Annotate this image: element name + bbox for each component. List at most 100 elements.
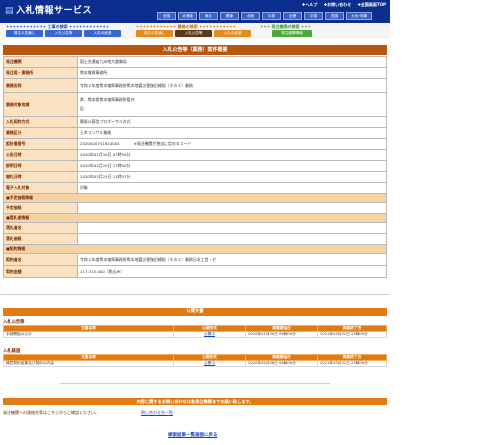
construction-outlook-button[interactable]: 発注の見通し <box>6 30 43 37</box>
design-number: 2020000741610004 <box>80 141 120 146</box>
service-progress-button[interactable]: 入札の経過 <box>214 30 251 37</box>
search-category-bar: ✦✦✦✦✦✦✦✦✦✦✦✦ 工事の検索 ✦✦✦✦✦✦✦✦✦✦✦✦ ✦✦✦✦✦✦✦✦… <box>0 23 390 39</box>
site-logo[interactable]: ▤ 入札情報サービス <box>5 3 92 16</box>
construction-notice-button[interactable]: 入札公告等 <box>45 30 82 37</box>
table-row: 入札契約方式 簡易公募型プロポーザル方式 <box>3 116 387 128</box>
row-value: 熊本復興事務所 <box>77 67 387 79</box>
row-label: 契約者名 <box>3 253 78 266</box>
table-row: 随意契約結果及び契約の内容 公開中 2020年04月08日 08時00分 202… <box>3 360 387 367</box>
region-prefecture: 県：熊本県熊本復興事務所管内 <box>80 97 135 102</box>
row-label: 予定価格 <box>3 202 78 214</box>
region-tab-tohoku[interactable]: 東北 <box>199 12 218 20</box>
row-value: 2020年02月20日 17時00分 <box>77 160 387 172</box>
design-number-note: ※発注機関が独自に定めるコード <box>133 141 192 146</box>
row-label: 電子入札対象 <box>3 182 78 194</box>
site-logo-text: 入札情報サービス <box>16 6 93 16</box>
region-tab-kanto[interactable]: 関東 <box>220 12 239 20</box>
table-row: 説明日時 2020年02月20日 17時00分 <box>3 160 387 172</box>
back-to-results-link[interactable]: 検索結果一覧画面に戻る <box>168 432 218 438</box>
progress-documents-table: 文書名称 公開形式 掲載開始日 掲載終了日 随意契約結果及び契約の内容 公開中 … <box>3 354 387 367</box>
table-row: 発注機関 国土交通省九州地方整備局 <box>3 56 387 68</box>
row-value: 土木コンサル業務 <box>77 127 387 139</box>
section-header: ■予定価格情報 <box>3 193 387 203</box>
row-value <box>77 233 387 245</box>
region-tab-chubu[interactable]: 中部 <box>262 12 281 20</box>
table-row: 落札者名 <box>3 222 387 234</box>
table-row: 落札価格 <box>3 233 387 245</box>
contract-section-title: ■契約情報 <box>3 244 387 254</box>
table-row: 電子入札対象 対象 <box>3 182 387 194</box>
contact-info-text: 発注機関への連絡先等はこちらからご確認ください。 <box>3 410 99 415</box>
row-label: 落札者名 <box>3 222 78 234</box>
table-row: 予定価格 <box>3 202 387 214</box>
case-summary-table: 発注機関 国土交通省九州地方整備局 発注局・事務所 熊本復興事務所 業務名称 令… <box>3 56 387 278</box>
row-label: 契約金額 <box>3 265 78 278</box>
table-row: 契約金額 117,315,000（税込み） <box>3 265 387 278</box>
construction-progress-button[interactable]: 入札の経過 <box>84 30 121 37</box>
contact-notice-bar: 内容に関するお問い合わせは各発注機関までお願い致します。 <box>3 398 387 405</box>
row-value <box>77 222 387 234</box>
row-label: 開札日時 <box>3 171 78 183</box>
table-row: 開札日時 2020年03月25日 11時07分 <box>3 171 387 183</box>
table-row: 業務対象地域 県：熊本県熊本復興事務所管内 区： <box>3 92 387 117</box>
region-tabs: 全国 北海道 東北 関東 北陸 中部 近畿 中国 四国 九州/沖縄 <box>157 12 372 20</box>
region-tab-national[interactable]: 全国 <box>157 12 176 20</box>
row-label: 設計書番号 <box>3 138 78 150</box>
region-tab-hokuriku[interactable]: 北陸 <box>241 12 260 20</box>
row-label: 発注機関 <box>3 56 78 68</box>
table-row: 業務区分 土木コンサル業務 <box>3 127 387 139</box>
top-links: ✚ヘルプ ✚お問い合わせ ✚全国画面TOP <box>297 2 386 8</box>
row-label: 業務対象地域 <box>3 92 78 117</box>
region-tab-kinki[interactable]: 近畿 <box>283 12 302 20</box>
doc-start-date: 2020年04月08日 08時00分 <box>245 360 318 367</box>
row-value: 2020000741610004 ※発注機関が独自に定めるコード <box>77 138 387 150</box>
table-row: 公告日時 2020年01月30日 07時30分 <box>3 149 387 161</box>
table-row: 手続開始の公示 公開中 2020年01月30日 09時00分 2021年03月3… <box>3 331 387 338</box>
row-value: 2020年03月25日 11時07分 <box>77 171 387 183</box>
region-ward: 区： <box>80 106 88 111</box>
row-value: 2020年01月30日 07時30分 <box>77 149 387 161</box>
doc-name: 随意契約結果及び契約の内容 <box>3 360 174 367</box>
contact-link-top[interactable]: ✚お問い合わせ <box>324 2 351 7</box>
row-value: 県：熊本県熊本復興事務所管内 区： <box>77 92 387 117</box>
contact-list-link[interactable]: 問い合わせ先一覧 <box>141 410 173 416</box>
row-label: 業務区分 <box>3 127 78 139</box>
doc-name: 手続開始の公示 <box>3 331 174 338</box>
row-value: 国土交通省九州地方整備局 <box>77 56 387 68</box>
row-label: 説明日時 <box>3 160 78 172</box>
doc-open-link[interactable]: 公開中 <box>173 360 246 367</box>
row-value: 令和２年度熊本復興事務所熊本地震災害復旧補助（その３）業務日本工営・セ <box>77 253 387 266</box>
help-link[interactable]: ✚ヘルプ <box>302 2 317 7</box>
national-top-link[interactable]: ✚全国画面TOP <box>358 2 386 7</box>
region-tab-hokkaido[interactable]: 北海道 <box>178 12 197 20</box>
divider <box>0 294 390 295</box>
org-info-button[interactable]: 発注機関情報 <box>272 30 312 37</box>
row-value: 117,315,000（税込み） <box>77 265 387 278</box>
service-notice-button[interactable]: 入札公告等 <box>175 30 212 37</box>
doc-open-link[interactable]: 公開中 <box>173 331 246 338</box>
row-value <box>77 202 387 214</box>
row-value: 簡易公募型プロポーザル方式 <box>77 116 387 128</box>
row-label: 公告日時 <box>3 149 78 161</box>
page-title: 入札公告等（業務）案件概要 <box>3 45 387 55</box>
public-documents-title: 公開文書 <box>3 308 387 316</box>
section-header: ■落札者情報 <box>3 213 387 223</box>
region-tab-kyushu[interactable]: 九州/沖縄 <box>346 12 372 20</box>
site-header: ▤ 入札情報サービス ✚ヘルプ ✚お問い合わせ ✚全国画面TOP 全国 北海道 東… <box>0 0 390 23</box>
planned-price-section-title: ■予定価格情報 <box>3 193 387 203</box>
service-outlook-button[interactable]: 発注の見通し <box>136 30 173 37</box>
table-row: 業務名称 令和２年度熊本復興事務所熊本地震災害復旧補助（その３）業務 <box>3 78 387 93</box>
section-header: ■契約情報 <box>3 244 387 254</box>
winner-section-title: ■落札者情報 <box>3 213 387 223</box>
doc-end-date: 2021年03月31日 23時00分 <box>317 331 387 338</box>
table-row: 契約者名 令和２年度熊本復興事務所熊本地震災害復旧補助（その３）業務日本工営・セ <box>3 253 387 266</box>
region-tab-shikoku[interactable]: 四国 <box>325 12 344 20</box>
row-label: 発注局・事務所 <box>3 67 78 79</box>
table-row: 設計書番号 2020000741610004 ※発注機関が独自に定めるコード <box>3 138 387 150</box>
doc-start-date: 2020年01月30日 09時00分 <box>245 331 318 338</box>
row-label: 入札契約方式 <box>3 116 78 128</box>
divider <box>60 383 330 384</box>
row-label: 落札価格 <box>3 233 78 245</box>
region-tab-chugoku[interactable]: 中国 <box>304 12 323 20</box>
doc-end-date: 2021年03月31日 23時00分 <box>317 360 387 367</box>
